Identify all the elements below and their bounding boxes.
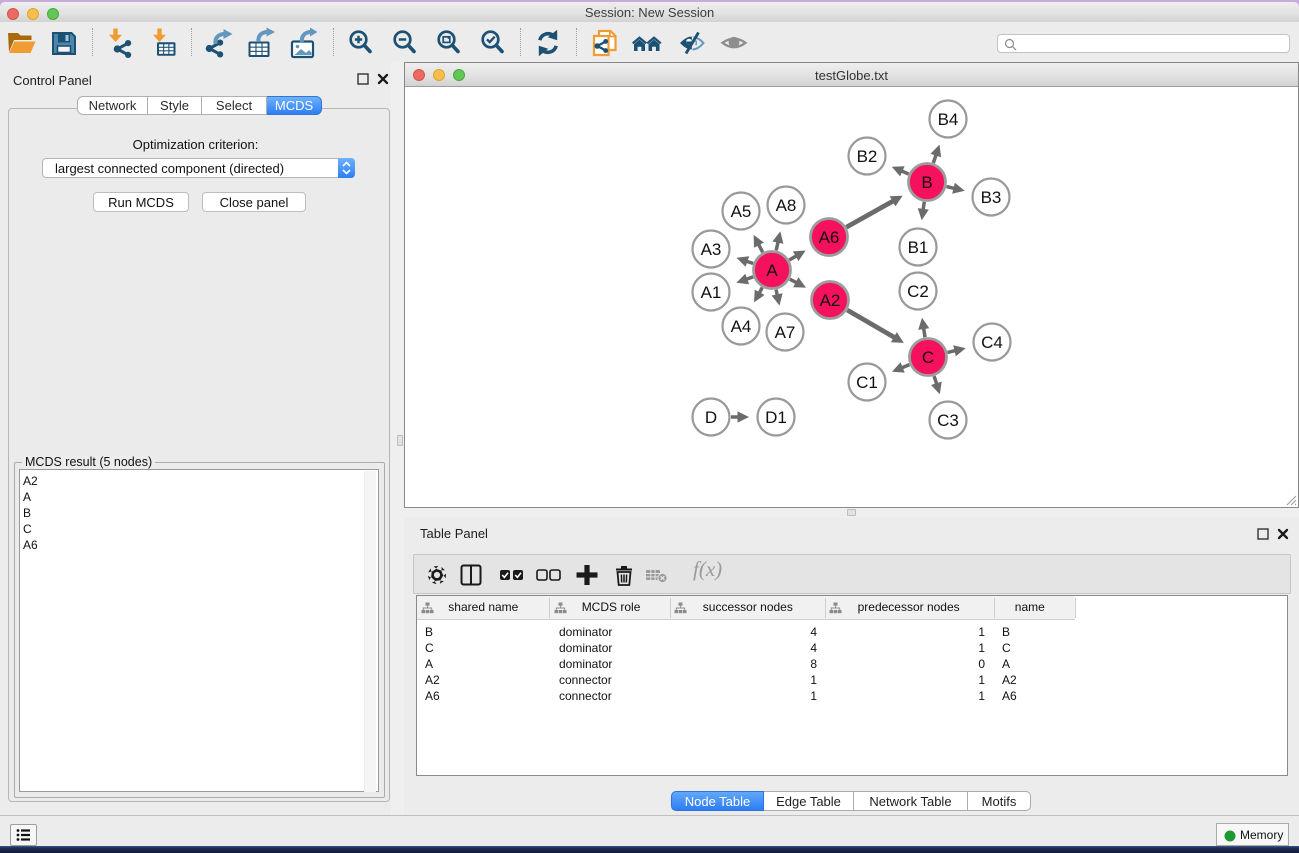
svg-text:C: C xyxy=(922,348,934,367)
svg-text:A2: A2 xyxy=(820,291,841,310)
svg-text:A5: A5 xyxy=(731,202,752,221)
svg-text:A4: A4 xyxy=(731,317,752,336)
svg-text:A3: A3 xyxy=(701,240,722,259)
svg-text:C4: C4 xyxy=(981,333,1003,352)
svg-text:A: A xyxy=(766,261,778,280)
svg-text:A6: A6 xyxy=(819,228,840,247)
svg-text:A8: A8 xyxy=(776,196,797,215)
svg-text:A7: A7 xyxy=(775,323,796,342)
svg-text:D: D xyxy=(705,408,717,427)
svg-text:B4: B4 xyxy=(938,110,959,129)
svg-text:B: B xyxy=(921,173,932,192)
svg-text:B1: B1 xyxy=(908,238,929,257)
svg-text:B2: B2 xyxy=(857,147,878,166)
svg-text:B3: B3 xyxy=(981,188,1002,207)
svg-text:A1: A1 xyxy=(701,283,722,302)
svg-text:C1: C1 xyxy=(856,373,878,392)
svg-text:C3: C3 xyxy=(937,411,959,430)
svg-text:D1: D1 xyxy=(765,408,787,427)
svg-text:C2: C2 xyxy=(907,282,929,301)
